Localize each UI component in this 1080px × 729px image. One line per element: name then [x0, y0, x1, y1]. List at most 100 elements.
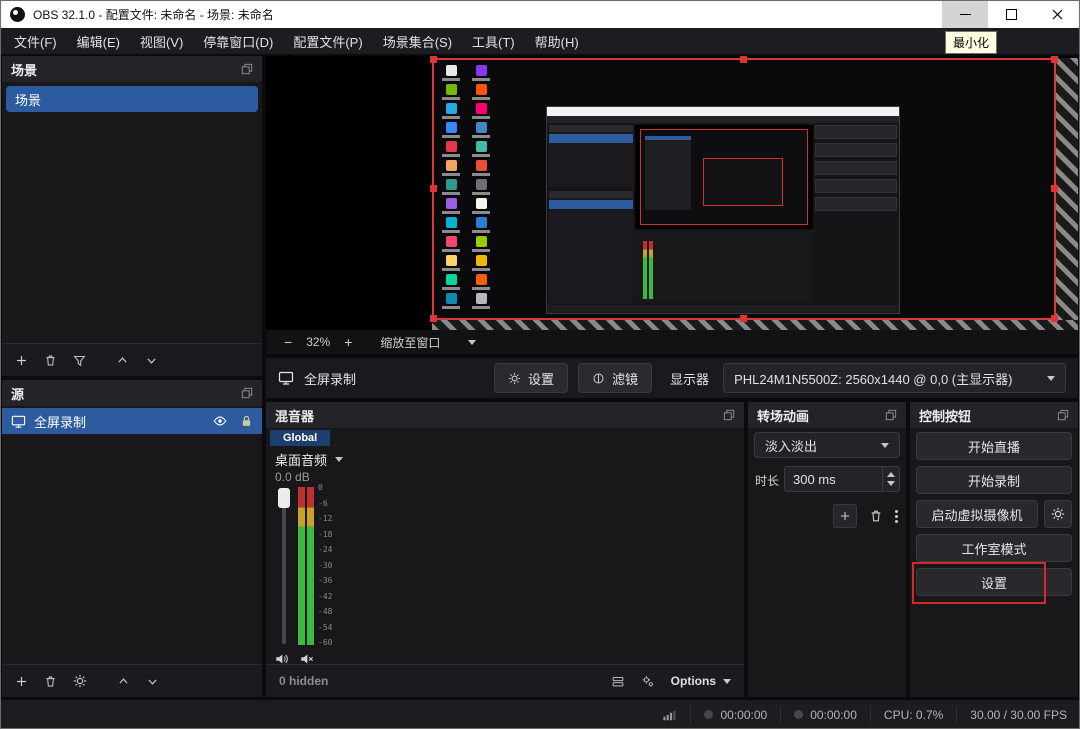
transition-properties-icon[interactable]	[895, 515, 898, 518]
scenes-dock: 场景 场景	[2, 56, 262, 376]
menu-edit[interactable]: 编辑(E)	[67, 32, 130, 51]
record-status-dot	[794, 710, 803, 719]
scene-filters-button[interactable]	[73, 354, 86, 367]
desktop-icon	[470, 160, 492, 176]
resize-handle[interactable]	[430, 56, 437, 63]
fader-track	[282, 490, 286, 644]
resize-handle[interactable]	[430, 185, 437, 192]
dock-popout-icon[interactable]	[241, 63, 253, 75]
remove-scene-button[interactable]	[44, 354, 57, 367]
mixer-options-dropdown[interactable]: Options	[671, 674, 731, 688]
minimize-button[interactable]	[942, 0, 988, 28]
fps-indicator: 30.00 / 30.00 FPS	[956, 706, 1080, 724]
desktop-icon	[440, 84, 462, 100]
menu-docks[interactable]: 停靠窗口(D)	[193, 32, 283, 51]
mixer-global-tab[interactable]: Global	[270, 430, 330, 446]
virtual-camera-config-button[interactable]	[1044, 500, 1072, 528]
nested-mixer	[635, 231, 813, 303]
settings-button[interactable]: 设置	[916, 568, 1072, 596]
menu-tools[interactable]: 工具(T)	[462, 32, 525, 51]
dock-popout-icon[interactable]	[241, 387, 253, 399]
resize-handle[interactable]	[1051, 315, 1058, 322]
visibility-eye-icon[interactable]	[212, 414, 228, 428]
studio-mode-button[interactable]: 工作室模式	[916, 534, 1072, 562]
menu-view[interactable]: 视图(V)	[130, 32, 193, 51]
scene-item-label: 场景	[15, 90, 41, 109]
zoom-fit-dropdown[interactable]: 缩放至窗口	[380, 334, 476, 351]
fader-handle[interactable]	[278, 488, 290, 508]
meter-bar	[307, 487, 314, 645]
source-list-item[interactable]: 全屏录制	[2, 408, 262, 434]
stream-status-dot	[704, 710, 713, 719]
display-select-value: PHL24M1N5500Z: 2560x1440 @ 0,0 (主显示器)	[734, 369, 1012, 388]
desktop-icon	[440, 141, 462, 157]
spin-up-icon[interactable]	[887, 472, 895, 477]
meter-tick-label: -12	[318, 514, 332, 523]
zoom-out-button[interactable]: −	[280, 334, 296, 350]
desktop-icon	[440, 179, 462, 195]
close-button[interactable]	[1034, 0, 1080, 28]
resize-handle[interactable]	[740, 56, 747, 63]
add-scene-button[interactable]	[15, 354, 28, 367]
mixer-channel-dropdown[interactable]: 桌面音频	[275, 450, 343, 469]
remove-transition-button[interactable]	[869, 509, 883, 523]
menu-help[interactable]: 帮助(H)	[525, 32, 589, 51]
source-filters-button[interactable]: 滤镜	[578, 363, 652, 393]
start-virtual-camera-button[interactable]: 启动虚拟摄像机	[916, 500, 1038, 528]
spin-down-icon[interactable]	[887, 481, 895, 486]
desktop-icon	[440, 122, 462, 138]
mixer-layout-icon[interactable]	[611, 675, 625, 688]
chevron-down-icon	[723, 679, 731, 684]
zoom-in-button[interactable]: +	[340, 334, 356, 350]
move-source-down-button[interactable]	[146, 675, 159, 688]
meter-tick-label: -48	[318, 607, 332, 616]
meter-tick-label: 0	[318, 483, 332, 492]
source-settings-button[interactable]: 设置	[494, 363, 568, 393]
scenes-list: 场景	[2, 82, 262, 344]
meter-tick-label: -60	[318, 638, 332, 647]
desktop-icon	[440, 160, 462, 176]
desktop-icon	[470, 217, 492, 233]
maximize-button[interactable]	[988, 0, 1034, 28]
duration-spinner[interactable]: 300 ms	[784, 466, 900, 492]
source-settings-label: 设置	[528, 369, 554, 388]
add-transition-button[interactable]	[833, 504, 857, 528]
desktop-icon	[440, 293, 462, 309]
transition-select[interactable]: 淡入淡出	[754, 432, 900, 458]
preview-canvas[interactable]	[266, 56, 1078, 330]
resize-handle[interactable]	[740, 315, 747, 322]
dock-popout-icon[interactable]	[723, 409, 735, 421]
resize-handle[interactable]	[430, 315, 437, 322]
move-source-up-button[interactable]	[117, 675, 130, 688]
dock-popout-icon[interactable]	[885, 409, 897, 421]
start-recording-button[interactable]: 开始录制	[916, 466, 1072, 494]
resize-handle[interactable]	[1051, 56, 1058, 63]
desktop-icon	[470, 65, 492, 81]
nested-status-bar	[547, 305, 899, 313]
desktop-icon	[470, 141, 492, 157]
source-properties-gear-button[interactable]	[73, 674, 87, 688]
lock-icon[interactable]	[240, 414, 253, 428]
scenes-dock-title: 场景	[11, 60, 37, 79]
menu-file[interactable]: 文件(F)	[4, 32, 67, 51]
volume-fader[interactable]	[276, 488, 292, 646]
display-capture-preview[interactable]	[432, 58, 1056, 320]
menu-scene-collection[interactable]: 场景集合(S)	[373, 32, 462, 51]
scene-list-item[interactable]: 场景	[6, 86, 258, 112]
spinner-arrows	[882, 467, 899, 491]
meter-bar	[298, 487, 305, 645]
desktop-icon	[470, 255, 492, 271]
menu-profile[interactable]: 配置文件(P)	[283, 32, 372, 51]
remove-source-button[interactable]	[44, 675, 57, 688]
resize-handle[interactable]	[1051, 185, 1058, 192]
captured-desktop-icons	[436, 62, 506, 316]
start-streaming-button[interactable]: 开始直播	[916, 432, 1072, 460]
mixer-options-label: Options	[671, 674, 716, 688]
add-source-button[interactable]	[15, 675, 28, 688]
move-scene-down-button[interactable]	[145, 354, 158, 367]
meter-tick-label: -24	[318, 545, 332, 554]
mixer-config-gear-icon[interactable]	[641, 675, 655, 688]
move-scene-up-button[interactable]	[116, 354, 129, 367]
dock-popout-icon[interactable]	[1057, 409, 1069, 421]
display-select[interactable]: PHL24M1N5500Z: 2560x1440 @ 0,0 (主显示器)	[723, 363, 1066, 393]
